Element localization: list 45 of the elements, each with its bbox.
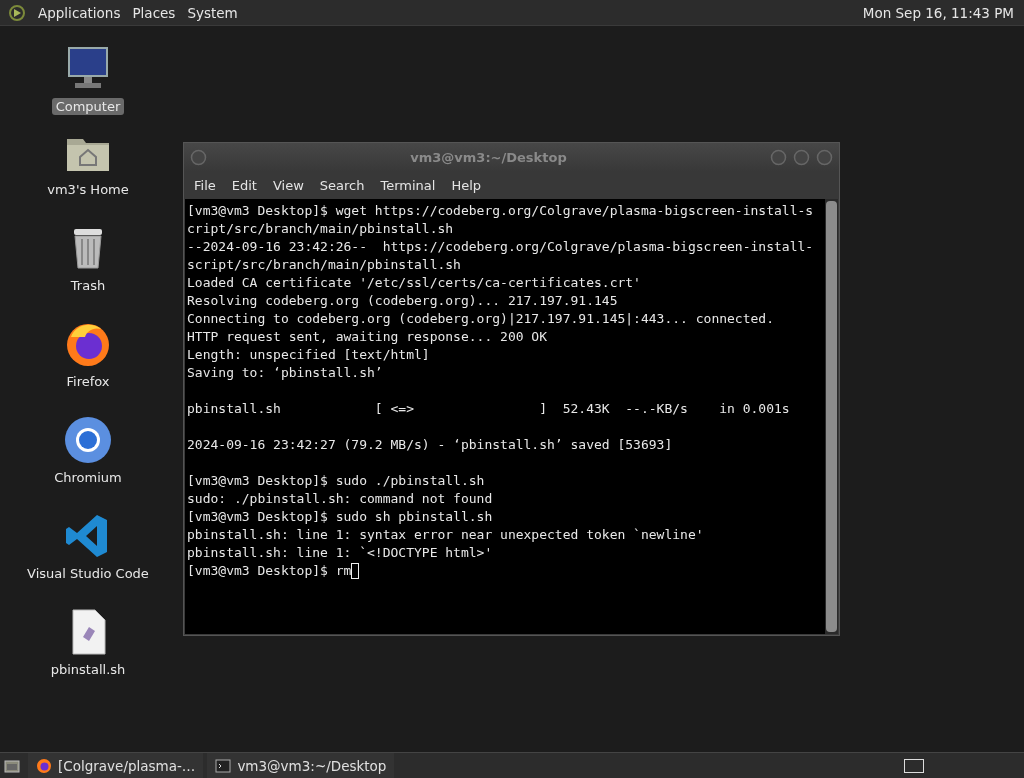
menu-item[interactable]: View (264, 178, 312, 193)
terminal-line: script/src/branch/main/pbinstall.sh (187, 257, 461, 272)
icon-label[interactable]: Computer (51, 98, 125, 115)
terminal-line: [vm3@vm3 Desktop]$ sudo sh pbinstall.sh (187, 509, 493, 524)
icon-label[interactable]: Chromium (50, 469, 126, 486)
terminal-line: sudo: ./pbinstall.sh: command not found (187, 491, 493, 506)
menu-item[interactable]: Places (132, 4, 176, 21)
icon-label[interactable]: vm3's Home (43, 181, 133, 198)
terminal-line: Length: unspecified [text/html] (187, 347, 430, 362)
window-title: vm3@vm3:~/Desktop (409, 150, 568, 165)
menu-item[interactable]: System (187, 4, 238, 21)
clock[interactable]: Mon Sep 16, 11:43 PM (862, 4, 1024, 21)
firefox-icon (36, 757, 52, 774)
scrollbar[interactable] (825, 199, 838, 634)
taskbar-button[interactable]: [Colgrave/plasma-… (28, 753, 204, 778)
terminal-line: 2024-09-16 23:42:27 (79.2 MB/s) - ‘pbinstall.sh’ saved [53693] (187, 437, 673, 452)
terminal-line: --2024-09-16 23:42:26-- https://codeberg.org/Colgrave/plasma-bigscreen-install- (187, 239, 814, 254)
icon-label[interactable]: pbinstall.sh (46, 661, 130, 678)
icon-label[interactable]: Firefox (62, 373, 114, 390)
terminal-line: pbinstall.sh: line 1: syntax error near unexpected token `newline' (187, 527, 704, 542)
menu-item[interactable]: Applications (38, 4, 121, 21)
icon-label[interactable]: Trash (66, 277, 110, 294)
workspace-switcher[interactable] (904, 758, 924, 773)
icon-label[interactable]: Visual Studio Code (23, 565, 153, 582)
terminal-line: pbinstall.sh: line 1: `<!DOCTYPE html>' (187, 545, 493, 560)
chromium-icon[interactable] (63, 415, 113, 465)
terminal-line: [vm3@vm3 Desktop]$ rm (187, 563, 352, 578)
terminal-line: [vm3@vm3 Desktop]$ wget https://codeberg.org/Colgrave/plasma-bigscreen-install-s (187, 203, 814, 218)
terminal-line: Resolving codeberg.org (codeberg.org)... 217.197.91.145 (187, 293, 618, 308)
menu-item[interactable]: Edit (223, 178, 265, 193)
menu-item[interactable]: Help (443, 178, 490, 193)
terminal-line: HTTP request sent, awaiting response... 200 OK (187, 329, 548, 344)
terminal-line: Connecting to codeberg.org (codeberg.org)|217.197.91.145|:443... connected. (187, 311, 774, 326)
menu-item[interactable]: Search (311, 178, 373, 193)
terminal-line: pbinstall.sh [ <=> ] 52.43K --.-KB/s in 0.001s (187, 401, 790, 416)
taskbar-button[interactable]: vm3@vm3:~/Desktop (207, 753, 395, 778)
show-desktop-icon[interactable] (4, 758, 20, 773)
menu-item[interactable]: File (186, 178, 224, 193)
terminal-line: Loaded CA certificate '/etc/ssl/certs/ca-certificates.crt' (187, 275, 641, 290)
logo-icon[interactable] (8, 3, 26, 22)
terminal-line: [vm3@vm3 Desktop]$ sudo ./pbinstall.sh (187, 473, 485, 488)
terminal-icon (215, 757, 232, 774)
menu-item[interactable]: Terminal (372, 178, 444, 193)
terminal-line: Saving to: ‘pbinstall.sh’ (187, 365, 383, 380)
terminal-line: cript/src/branch/main/pbinstall.sh (187, 221, 454, 236)
